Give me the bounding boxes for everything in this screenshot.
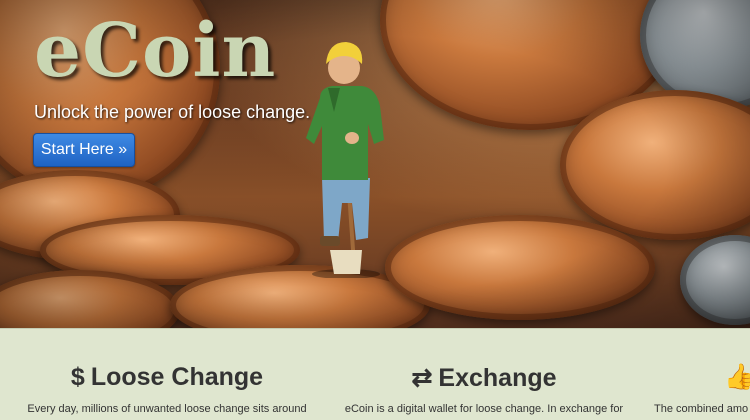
thumbs-up-icon: 👍 — [724, 363, 750, 391]
feature-loose-change: $ Loose Change Every day, millions of unw… — [0, 329, 334, 420]
feature-title: $ Loose Change — [70, 363, 264, 391]
feature-description: eCoin is a digital wallet for loose chan… — [344, 403, 624, 415]
start-here-button[interactable]: Start Here » — [33, 133, 135, 167]
feature-title: ⇄ Exchange — [411, 364, 557, 392]
exchange-arrows-icon: ⇄ — [411, 364, 433, 392]
dollar-icon: $ — [70, 363, 85, 391]
feature-exchange: ⇄ Exchange eCoin is a digital wallet for … — [334, 329, 634, 420]
feature-title: 👍 — [724, 363, 750, 392]
features-section: $ Loose Change Every day, millions of unw… — [0, 328, 750, 420]
hero-banner: eCoin Unlock the power of loose change. … — [0, 0, 750, 328]
feature-description: The combined amo — [654, 403, 749, 415]
feature-description: Every day, millions of unwanted loose ch… — [27, 403, 307, 415]
feature-community: 👍 The combined amo — [634, 329, 750, 420]
hero-tagline: Unlock the power of loose change. — [34, 102, 311, 122]
brand-logo-text: eCoin — [34, 8, 277, 94]
